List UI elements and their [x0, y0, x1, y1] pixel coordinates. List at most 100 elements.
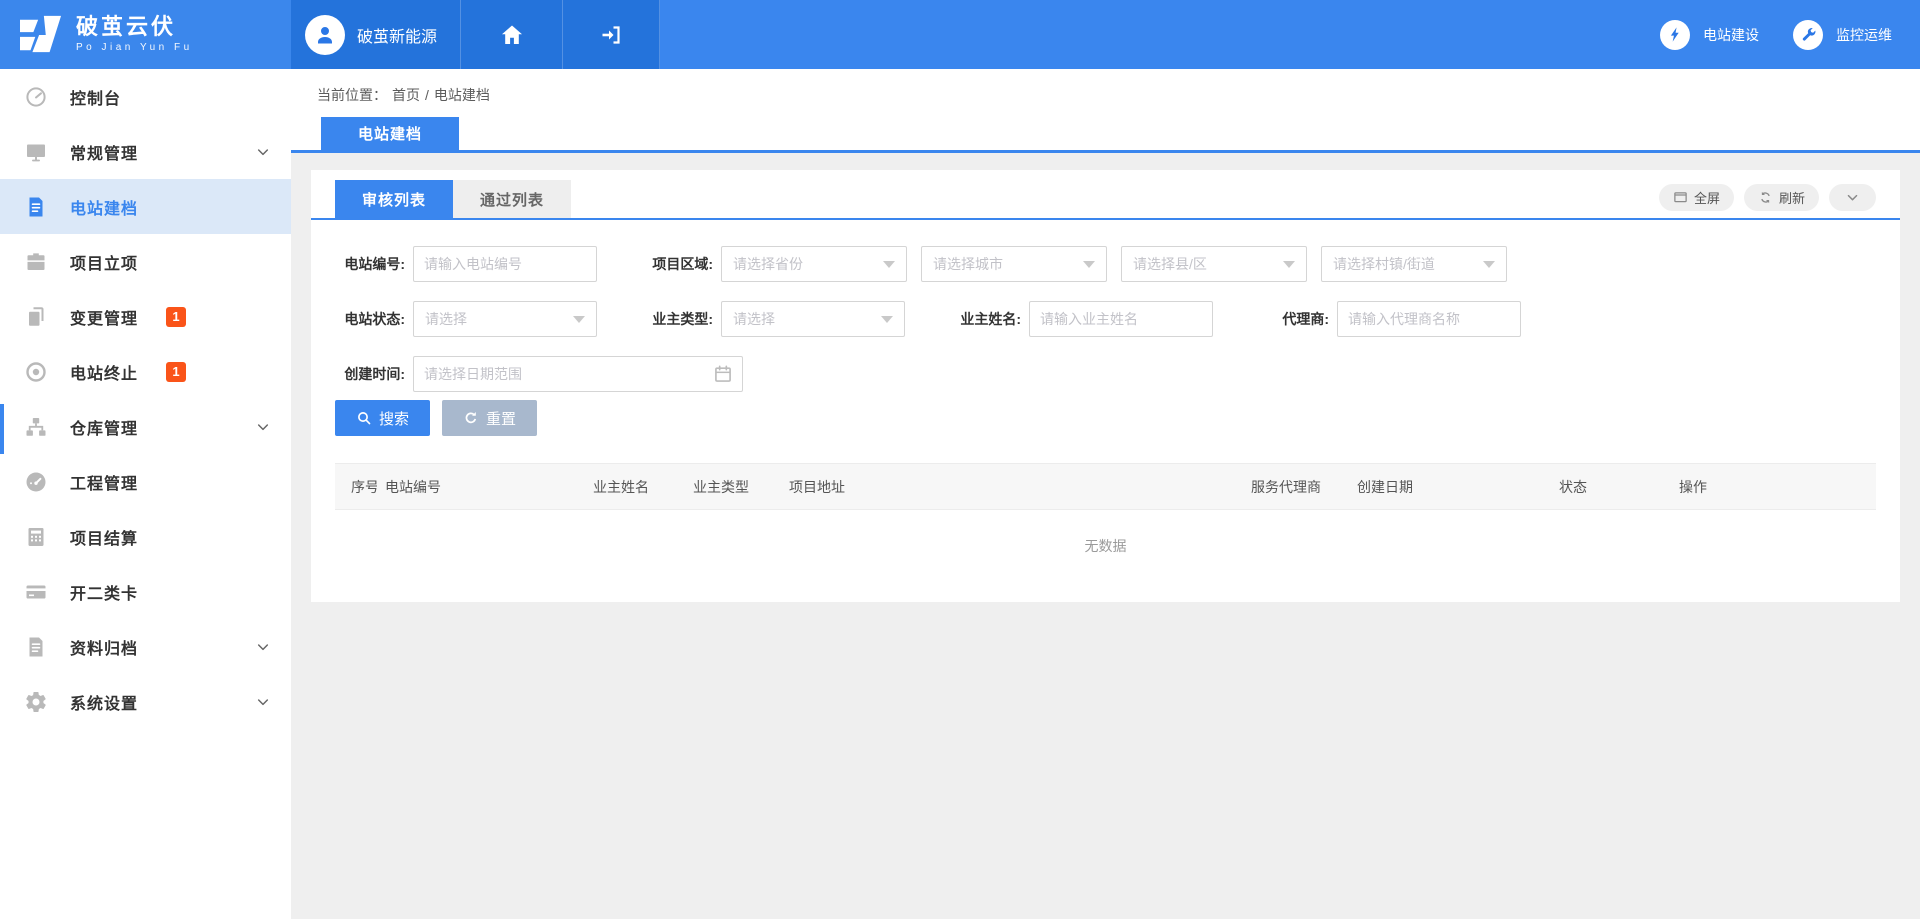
- fullscreen-label: 全屏: [1694, 188, 1720, 207]
- owner-type-placeholder: 请选择: [733, 309, 775, 329]
- user-avatar-icon: [305, 15, 345, 55]
- filter-row-2: 电站状态: 请选择 业主类型: 请选择 业主姓名:: [335, 301, 1876, 337]
- chevron-down-icon: [255, 639, 271, 655]
- module-monitoring-ops[interactable]: 监控运维: [1793, 20, 1892, 50]
- sitemap-icon: [24, 415, 48, 439]
- header-modules: 电站建设 监控运维: [1660, 0, 1920, 69]
- date-range-input[interactable]: [413, 356, 743, 392]
- field-station-no: 电站编号:: [335, 246, 597, 282]
- field-owner-name: 业主姓名:: [951, 301, 1213, 337]
- collapse-filters-button[interactable]: [1829, 184, 1876, 211]
- document-icon: [24, 195, 48, 219]
- login-arrow-icon: [599, 23, 623, 47]
- company-name: 破茧新能源: [357, 23, 437, 47]
- main-content: 当前位置： 首页 / 电站建档 电站建档 审核列表 通过列表 全屏: [291, 69, 1920, 919]
- page-tab-station-filing[interactable]: 电站建档: [321, 117, 459, 150]
- reset-button[interactable]: 重置: [442, 400, 537, 436]
- record-circle-icon: [24, 360, 48, 384]
- col-service-agent: 服务代理商: [1243, 464, 1349, 510]
- accent-divider: [291, 150, 1920, 153]
- sidebar-item-warehouse-management[interactable]: 仓库管理: [0, 399, 291, 454]
- pages-icon: [24, 305, 48, 329]
- city-select[interactable]: 请选择城市: [921, 246, 1107, 282]
- sidebar-item-open-class2-card[interactable]: 开二类卡: [0, 564, 291, 619]
- sidebar-item-console[interactable]: 控制台: [0, 69, 291, 124]
- station-no-input[interactable]: [413, 246, 597, 282]
- agent-input[interactable]: [1337, 301, 1521, 337]
- province-select[interactable]: 请选择省份: [721, 246, 907, 282]
- monitor-icon: [24, 140, 48, 164]
- owner-name-input[interactable]: [1029, 301, 1213, 337]
- tab-passed-list[interactable]: 通过列表: [453, 180, 571, 218]
- refresh-button[interactable]: 刷新: [1744, 184, 1819, 211]
- sidebar-item-change-management[interactable]: 变更管理 1: [0, 289, 291, 344]
- bank-card-icon: [24, 580, 48, 604]
- sidebar-item-system-settings[interactable]: 系统设置: [0, 674, 291, 729]
- col-status: 状态: [1551, 464, 1671, 510]
- sidebar-item-data-archive[interactable]: 资料归档: [0, 619, 291, 674]
- col-create-date: 创建日期: [1349, 464, 1551, 510]
- search-label: 搜索: [379, 408, 409, 429]
- breadcrumb-prefix: 当前位置：: [317, 85, 387, 105]
- breadcrumb-home-link[interactable]: 首页: [392, 85, 420, 105]
- station-status-placeholder: 请选择: [425, 309, 467, 329]
- module-station-construction[interactable]: 电站建设: [1660, 20, 1759, 50]
- field-owner-type: 业主类型: 请选择: [643, 301, 905, 337]
- sidebar-item-project-settlement[interactable]: 项目结算: [0, 509, 291, 564]
- sidebar-item-station-termination[interactable]: 电站终止 1: [0, 344, 291, 399]
- logout-button[interactable]: [563, 0, 660, 69]
- chevron-down-icon: [255, 144, 271, 160]
- caret-down-icon: [1083, 261, 1095, 268]
- sidebar-item-project-initiation[interactable]: 项目立项: [0, 234, 291, 289]
- module-label: 监控运维: [1836, 25, 1892, 45]
- town-select[interactable]: 请选择村镇/街道: [1321, 246, 1507, 282]
- sidebar-scrollbar[interactable]: [0, 404, 4, 454]
- home-button[interactable]: [461, 0, 563, 69]
- filter-form: 电站编号: 项目区域: 请选择省份 请选择城市 请选择县/区: [311, 220, 1900, 392]
- sidebar-item-label: 控制台: [70, 85, 121, 109]
- owner-type-select[interactable]: 请选择: [721, 301, 905, 337]
- tab-review-list[interactable]: 审核列表: [335, 180, 453, 218]
- user-menu[interactable]: 破茧新能源: [291, 0, 461, 69]
- sidebar-item-label: 电站建档: [70, 195, 138, 219]
- district-placeholder: 请选择县/区: [1133, 254, 1207, 274]
- gear-icon: [24, 690, 48, 714]
- fullscreen-icon: [1673, 190, 1688, 205]
- header-segments: 破茧新能源: [291, 0, 660, 69]
- lightning-icon: [1660, 20, 1690, 50]
- refresh-label: 刷新: [1779, 188, 1805, 207]
- refresh-icon: [1758, 190, 1773, 205]
- fullscreen-button[interactable]: 全屏: [1659, 184, 1734, 211]
- town-placeholder: 请选择村镇/街道: [1333, 254, 1435, 274]
- caret-down-icon: [1483, 261, 1495, 268]
- col-owner-name: 业主姓名: [585, 464, 685, 510]
- notification-badge: 1: [166, 307, 186, 327]
- sidebar-item-label: 开二类卡: [70, 580, 138, 604]
- caret-down-icon: [881, 316, 893, 323]
- sidebar-item-label: 仓库管理: [70, 415, 138, 439]
- app-header: 破茧云伏 Po Jian Yun Fu 破茧新能源: [0, 0, 1920, 69]
- caret-down-icon: [573, 316, 585, 323]
- date-range-picker[interactable]: [413, 356, 743, 392]
- sidebar-item-label: 工程管理: [70, 470, 138, 494]
- logo-mark-icon: [18, 14, 64, 56]
- table-header-row: 序号 电站编号 业主姓名 业主类型 项目地址 服务代理商 创建日期 状态 操作: [335, 464, 1876, 510]
- sidebar-item-label: 资料归档: [70, 635, 138, 659]
- wrench-icon: [1793, 20, 1823, 50]
- search-button[interactable]: 搜索: [335, 400, 430, 436]
- dashboard-icon: [24, 85, 48, 109]
- station-status-select[interactable]: 请选择: [413, 301, 597, 337]
- district-select[interactable]: 请选择县/区: [1121, 246, 1307, 282]
- header-band: 破茧新能源: [291, 0, 1920, 69]
- col-station-no: 电站编号: [377, 464, 585, 510]
- field-station-status: 电站状态: 请选择: [335, 301, 597, 337]
- sidebar-item-general-management[interactable]: 常规管理: [0, 124, 291, 179]
- sidebar-item-station-filing[interactable]: 电站建档: [0, 179, 291, 234]
- empty-row: 无数据: [335, 510, 1876, 582]
- col-operation: 操作: [1671, 464, 1876, 510]
- content-card: 审核列表 通过列表 全屏 刷新: [311, 170, 1900, 602]
- field-agent: 代理商:: [1259, 301, 1521, 337]
- caret-down-icon: [1283, 261, 1295, 268]
- sidebar-item-label: 常规管理: [70, 140, 138, 164]
- sidebar-item-engineering-management[interactable]: 工程管理: [0, 454, 291, 509]
